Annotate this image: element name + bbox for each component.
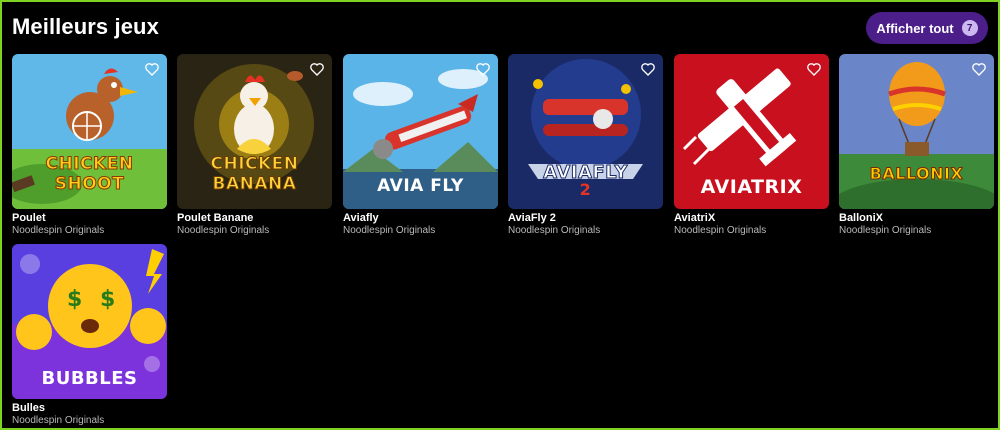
game-thumbnail[interactable]: BALLONIX [839,54,994,209]
game-name[interactable]: AviatriX [674,212,829,225]
game-thumbnail[interactable]: AVIATRIX [674,54,829,209]
art-text: SHOOT [54,174,125,195]
art-text: CHICKEN [45,154,134,175]
game-provider: Noodlespin Originals [839,225,932,236]
game-name[interactable]: Poulet Banane [177,212,332,225]
heart-icon[interactable] [640,61,656,77]
game-provider: Noodlespin Originals [12,225,105,236]
game-card[interactable]: CHICKEN SHOOT Poulet Noodlespin Original… [12,54,167,237]
art-text: 2 [579,180,592,199]
game-card[interactable]: BALLONIX BalloniX Noodlespin Originals [839,54,994,237]
game-thumbnail[interactable]: AVIAFLY 2 [508,54,663,209]
game-name[interactable]: BalloniX [839,212,994,225]
game-provider: Noodlespin Originals [508,225,601,236]
art-text: BALLONIX [869,164,964,184]
game-card[interactable]: AVIAFLY 2 AviaFly 2 Noodlespin Originals [508,54,663,237]
heart-icon[interactable] [971,61,987,77]
game-provider: Noodlespin Originals [343,225,436,236]
game-name[interactable]: Poulet [12,212,167,225]
heart-icon[interactable] [806,61,822,77]
game-card[interactable]: $ $ BUBBLES Bulles Noodlespin Originals [12,244,167,427]
art-text: CHICKEN [210,154,299,175]
game-name[interactable]: AviaFly 2 [508,212,663,225]
art-text: AVIA FLY [377,176,464,196]
game-provider: Noodlespin Originals [177,225,270,236]
game-art [839,54,994,209]
art-text: BUBBLES [41,368,138,389]
game-thumbnail[interactable]: AVIA FLY [343,54,498,209]
section-header: Meilleurs jeux Afficher tout 7 [12,12,988,48]
show-all-count-badge: 7 [961,20,978,36]
game-thumbnail[interactable]: CHICKEN SHOOT [12,54,167,209]
art-text: BANANA [212,174,297,195]
game-name[interactable]: Bulles [12,402,167,415]
heart-icon[interactable] [144,61,160,77]
svg-text:$: $ [67,287,82,312]
art-text: AVIATRIX [700,176,803,198]
game-provider: Noodlespin Originals [12,415,105,426]
heart-icon[interactable] [309,61,325,77]
heart-icon[interactable] [475,61,491,77]
svg-text:$: $ [100,287,115,312]
game-card[interactable]: AVIA FLY Aviafly Noodlespin Originals [343,54,498,237]
section-title: Meilleurs jeux [12,14,159,39]
show-all-button[interactable]: Afficher tout 7 [866,12,988,44]
game-card[interactable]: CHICKEN BANANA Poulet Banane Noodlespin … [177,54,332,237]
game-thumbnail[interactable]: CHICKEN BANANA [177,54,332,209]
game-thumbnail[interactable]: $ $ BUBBLES [12,244,167,399]
show-all-label: Afficher tout [876,20,954,36]
game-provider: Noodlespin Originals [674,225,767,236]
game-name[interactable]: Aviafly [343,212,498,225]
game-card[interactable]: AVIATRIX AviatriX Noodlespin Originals [674,54,829,237]
